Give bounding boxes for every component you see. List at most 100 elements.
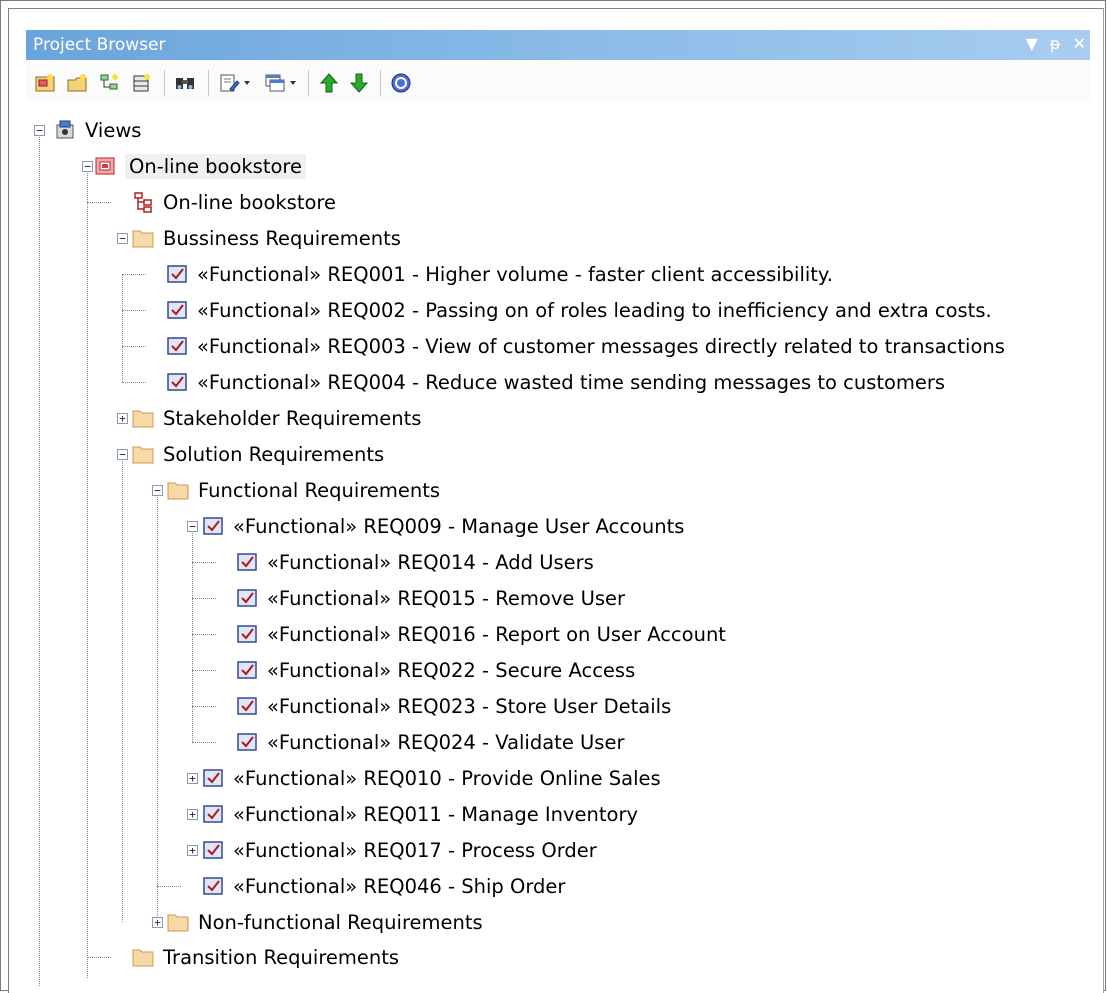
- new-package-icon: [67, 74, 87, 92]
- tree-item-solution-requirements[interactable]: Solution Requirements: [132, 436, 384, 472]
- expand-toggle[interactable]: +: [152, 917, 163, 928]
- new-model-button[interactable]: [32, 70, 58, 96]
- tree-connector: [87, 202, 111, 203]
- move-up-button[interactable]: [316, 70, 342, 96]
- arrow-down-icon: [349, 73, 369, 93]
- collapse-toggle[interactable]: −: [187, 521, 198, 532]
- close-icon[interactable]: ✕: [1073, 34, 1086, 53]
- tree-item-functional-requirements[interactable]: Functional Requirements: [167, 472, 440, 508]
- toolbar-separator: [380, 70, 381, 96]
- tree-item-req009[interactable]: «Functional» REQ009 - Manage User Accoun…: [202, 508, 684, 544]
- tree-item-label: «Functional» REQ024 - Validate User: [267, 730, 625, 754]
- project-tree: − − − + − − − + + + + Views On-line book…: [26, 106, 1096, 986]
- tree-item-req046[interactable]: «Functional» REQ046 - Ship Order: [202, 868, 565, 904]
- requirement-icon: [167, 373, 187, 391]
- new-element-button[interactable]: [128, 70, 154, 96]
- tree-item-req001[interactable]: «Functional» REQ001 - Higher volume - fa…: [166, 256, 833, 292]
- tree-item-nonfunctional-requirements[interactable]: Non-functional Requirements: [167, 904, 483, 940]
- requirement-icon: [237, 697, 257, 715]
- tree-item-stakeholder-requirements[interactable]: Stakeholder Requirements: [132, 400, 421, 436]
- tree-connector: [192, 670, 216, 671]
- windows-dropdown[interactable]: [286, 70, 300, 96]
- requirement-icon: [237, 733, 257, 751]
- tree-connector: [122, 382, 146, 383]
- pin-icon[interactable]: ᵽ: [1050, 34, 1061, 53]
- toolbar-separator: [208, 70, 209, 96]
- tree-item-transition-requirements[interactable]: Transition Requirements: [132, 939, 399, 975]
- tree-item-label: Views: [85, 118, 142, 142]
- document-button[interactable]: [216, 70, 242, 96]
- tree-item-label: «Functional» REQ014 - Add Users: [267, 550, 594, 574]
- folder-icon: [132, 446, 154, 464]
- tree-guide-line: [122, 454, 123, 922]
- requirement-icon: [203, 877, 223, 895]
- tree-connector: [192, 706, 216, 707]
- expand-toggle[interactable]: +: [187, 845, 198, 856]
- tree-item-label: «Functional» REQ023 - Store User Details: [267, 694, 672, 718]
- requirement-icon: [203, 769, 223, 787]
- expand-toggle[interactable]: +: [187, 773, 198, 784]
- tree-item-req011[interactable]: «Functional» REQ011 - Manage Inventory: [202, 796, 638, 832]
- new-package-button[interactable]: [64, 70, 90, 96]
- collapse-toggle[interactable]: −: [152, 485, 163, 496]
- model-package-icon: [95, 157, 115, 175]
- collapse-toggle[interactable]: −: [82, 161, 93, 172]
- expand-toggle[interactable]: +: [187, 809, 198, 820]
- tree-item-req022[interactable]: «Functional» REQ022 - Secure Access: [236, 652, 635, 688]
- collapse-toggle[interactable]: −: [117, 449, 128, 460]
- tree-item-label: On-line bookstore: [163, 190, 336, 214]
- project-browser-titlebar: Project Browser ▼ ᵽ ✕: [26, 30, 1090, 60]
- tree-connector: [192, 634, 216, 635]
- tree-item-label: «Functional» REQ009 - Manage User Accoun…: [233, 514, 685, 538]
- tree-item-req010[interactable]: «Functional» REQ010 - Provide Online Sal…: [202, 760, 661, 796]
- tree-item-label: «Functional» REQ003 - View of customer m…: [197, 334, 1005, 358]
- requirement-icon: [167, 301, 187, 319]
- tree-item-req024[interactable]: «Functional» REQ024 - Validate User: [236, 724, 624, 760]
- tree-item-req017[interactable]: «Functional» REQ017 - Process Order: [202, 832, 597, 868]
- collapse-toggle[interactable]: −: [34, 125, 45, 136]
- tree-item-req002[interactable]: «Functional» REQ002 - Passing on of role…: [166, 292, 992, 328]
- tree-item-req016[interactable]: «Functional» REQ016 - Report on User Acc…: [236, 616, 726, 652]
- folder-icon: [132, 410, 154, 428]
- help-button[interactable]: [388, 70, 414, 96]
- tree-item-req003[interactable]: «Functional» REQ003 - View of customer m…: [166, 328, 1005, 364]
- find-button[interactable]: [172, 70, 198, 96]
- tree-item-req004[interactable]: «Functional» REQ004 - Reduce wasted time…: [166, 364, 945, 400]
- tree-item-business-requirements[interactable]: Bussiness Requirements: [132, 220, 401, 256]
- requirement-icon: [203, 517, 223, 535]
- dropdown-arrow-icon[interactable]: ▼: [1026, 34, 1038, 53]
- tree-item-label: Non-functional Requirements: [198, 910, 483, 934]
- document-dropdown[interactable]: [240, 70, 254, 96]
- new-diagram-button[interactable]: [96, 70, 122, 96]
- tree-item-views[interactable]: Views: [54, 112, 141, 148]
- arrow-up-icon: [319, 73, 339, 93]
- document-edit-icon: [220, 74, 240, 92]
- folder-icon: [167, 914, 189, 932]
- folder-icon: [167, 482, 189, 500]
- requirement-icon: [237, 589, 257, 607]
- tree-item-bookstore-package[interactable]: On-line bookstore: [94, 148, 306, 184]
- move-down-button[interactable]: [346, 70, 372, 96]
- tree-connector: [122, 310, 146, 311]
- window-title: Project Browser: [33, 35, 166, 55]
- folder-icon: [132, 949, 154, 967]
- requirement-icon: [237, 625, 257, 643]
- windows-button[interactable]: [262, 70, 288, 96]
- tree-item-label: «Functional» REQ017 - Process Order: [233, 838, 597, 862]
- tree-connector: [192, 598, 216, 599]
- requirement-icon: [167, 265, 187, 283]
- binoculars-icon: [176, 78, 194, 89]
- requirement-icon: [237, 553, 257, 571]
- requirement-icon: [237, 661, 257, 679]
- expand-toggle[interactable]: +: [117, 413, 128, 424]
- toolbar: [26, 62, 1090, 102]
- tree-connector: [192, 562, 216, 563]
- collapse-toggle[interactable]: −: [117, 233, 128, 244]
- tree-item-label: Transition Requirements: [163, 945, 400, 969]
- toolbar-separator: [308, 70, 309, 96]
- tree-item-req015[interactable]: «Functional» REQ015 - Remove User: [236, 580, 625, 616]
- tree-item-req023[interactable]: «Functional» REQ023 - Store User Details: [236, 688, 671, 724]
- tree-item-req014[interactable]: «Functional» REQ014 - Add Users: [236, 544, 594, 580]
- tree-item-bookstore-diagram[interactable]: On-line bookstore: [132, 184, 336, 220]
- requirement-icon: [203, 841, 223, 859]
